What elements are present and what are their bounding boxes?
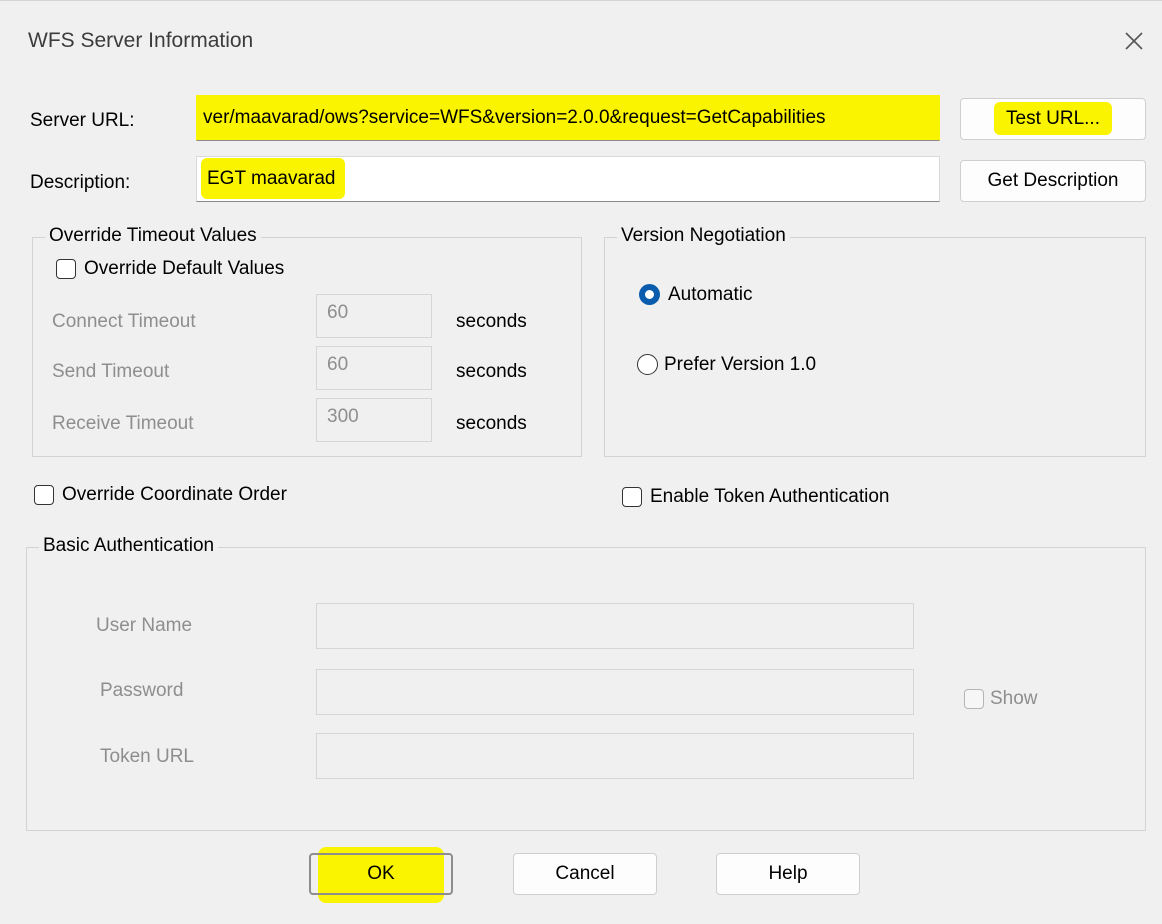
coordinate-order-label: Override Coordinate Order	[62, 484, 287, 505]
automatic-radio[interactable]	[639, 284, 660, 305]
prefer-version-radio[interactable]	[637, 354, 658, 375]
version-group: Version Negotiation	[604, 225, 1146, 457]
receive-timeout-unit: seconds	[456, 413, 527, 434]
override-default-checkbox[interactable]	[56, 259, 76, 279]
send-timeout-label: Send Timeout	[52, 361, 170, 382]
coordinate-order-checkbox[interactable]	[34, 485, 54, 505]
token-auth-label: Enable Token Authentication	[650, 486, 890, 507]
user-name-input[interactable]	[316, 603, 914, 649]
get-description-button[interactable]: Get Description	[960, 160, 1146, 202]
show-password-checkbox[interactable]	[964, 689, 984, 709]
connect-timeout-value: 60	[327, 302, 349, 323]
basic-auth-group-title: Basic Authentication	[39, 535, 219, 557]
timeout-group-title: Override Timeout Values	[45, 225, 261, 247]
test-url-button[interactable]: Test URL...	[960, 98, 1146, 140]
receive-timeout-input[interactable]: 300	[316, 398, 432, 442]
server-url-label: Server URL:	[30, 110, 135, 131]
token-auth-checkbox[interactable]	[622, 487, 642, 507]
receive-timeout-value: 300	[327, 406, 359, 427]
send-timeout-input[interactable]: 60	[316, 346, 432, 390]
version-group-title: Version Negotiation	[617, 225, 790, 247]
connect-timeout-label: Connect Timeout	[52, 311, 196, 332]
user-name-label: User Name	[96, 615, 193, 636]
automatic-label: Automatic	[668, 284, 753, 305]
send-timeout-value: 60	[327, 354, 349, 375]
password-label: Password	[100, 680, 184, 701]
token-url-input[interactable]	[316, 733, 914, 779]
wfs-server-dialog: WFS Server Information Server URL: ver/m…	[0, 0, 1162, 924]
cancel-button[interactable]: Cancel	[513, 853, 657, 895]
password-input[interactable]	[316, 669, 914, 715]
title-bar: WFS Server Information	[0, 1, 1162, 81]
server-url-input[interactable]: ver/maavarad/ows?service=WFS&version=2.0…	[196, 95, 940, 141]
description-label: Description:	[30, 172, 131, 193]
send-timeout-unit: seconds	[456, 361, 527, 382]
override-default-label: Override Default Values	[84, 258, 285, 279]
connect-timeout-unit: seconds	[456, 311, 527, 332]
receive-timeout-label: Receive Timeout	[52, 413, 194, 434]
show-password-label: Show	[990, 688, 1038, 709]
token-url-label: Token URL	[100, 746, 194, 767]
prefer-version-label: Prefer Version 1.0	[664, 354, 817, 375]
ok-button[interactable]: OK	[309, 853, 453, 895]
server-url-value: ver/maavarad/ows?service=WFS&version=2.0…	[203, 107, 826, 128]
help-button[interactable]: Help	[716, 853, 860, 895]
description-input[interactable]: EGT maavarad	[196, 156, 940, 202]
dialog-title: WFS Server Information	[28, 29, 254, 52]
close-icon[interactable]	[1118, 25, 1150, 57]
description-value: EGT maavarad	[201, 158, 346, 199]
test-url-label: Test URL...	[994, 102, 1112, 135]
connect-timeout-input[interactable]: 60	[316, 294, 432, 338]
